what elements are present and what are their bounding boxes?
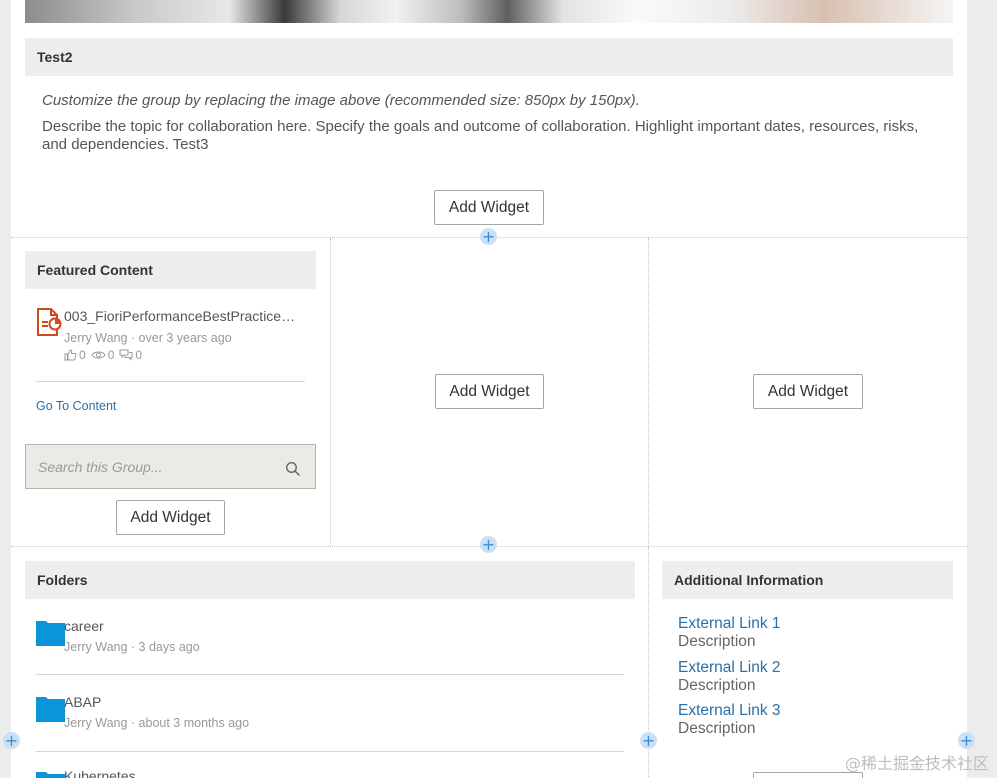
featured-separator (36, 381, 305, 382)
external-link-1[interactable]: External Link 1 (678, 615, 781, 633)
add-widget-button-right[interactable]: Add Widget (753, 374, 863, 409)
group-search-box (25, 444, 316, 489)
folder-icon (36, 621, 65, 646)
folder-name[interactable]: ABAP (64, 694, 101, 710)
folder-separator (36, 674, 624, 675)
views-count: 0 (107, 348, 115, 362)
folder-name[interactable]: Kubernetes (64, 768, 136, 778)
column-divider-2 (648, 238, 649, 546)
folder-separator (36, 751, 624, 752)
external-link-1-description: Description (678, 633, 756, 650)
like-icon (64, 349, 77, 361)
add-widget-button-top[interactable]: Add Widget (434, 190, 544, 225)
search-icon[interactable] (285, 461, 301, 477)
likes-count: 0 (79, 348, 86, 362)
folder-meta: Jerry Wang · about 3 months ago (64, 716, 250, 730)
external-link-2-description: Description (678, 677, 756, 694)
eye-icon (91, 351, 106, 359)
comment-icon (119, 349, 133, 361)
group-banner-image (25, 0, 953, 23)
folder-icon (36, 772, 65, 778)
group-description: Describe the topic for collaboration her… (42, 118, 919, 153)
add-row-plus-icon-1[interactable]: + (480, 228, 497, 245)
presentation-file-icon (37, 308, 62, 336)
customize-note: Customize the group by replacing the ima… (42, 92, 640, 109)
featured-item-stats: 0 0 0 (64, 348, 142, 362)
group-search-input[interactable] (38, 457, 273, 477)
folder-icon (36, 697, 65, 722)
additional-info-header: Additional Information (662, 561, 953, 599)
folder-name[interactable]: career (64, 618, 104, 634)
folders-header: Folders (25, 561, 635, 599)
comments-count: 0 (135, 348, 143, 362)
add-row-plus-icon-2[interactable]: + (480, 536, 497, 553)
watermark-text: @稀土掘金技术社区 (844, 754, 989, 773)
add-widget-button-middle[interactable]: Add Widget (435, 374, 544, 409)
add-column-plus-icon-mid[interactable]: + (640, 732, 657, 749)
go-to-content-link[interactable]: Go To Content (36, 399, 116, 413)
folder-meta: Jerry Wang · 3 days ago (64, 640, 200, 654)
column-divider-1 (330, 238, 331, 546)
add-widget-button-left[interactable]: Add Widget (116, 500, 225, 535)
group-title: Test2 (25, 38, 953, 76)
add-column-plus-icon-left[interactable]: + (3, 732, 20, 749)
featured-item-meta: Jerry Wang · over 3 years ago (64, 331, 232, 345)
add-column-plus-icon-right[interactable]: + (958, 732, 975, 749)
external-link-2[interactable]: External Link 2 (678, 659, 781, 677)
external-link-3-description: Description (678, 720, 756, 737)
featured-content-header: Featured Content (25, 251, 316, 289)
external-link-3[interactable]: External Link 3 (678, 702, 781, 720)
featured-item-title[interactable]: 003_FioriPerformanceBestPractice… (64, 308, 309, 324)
group-page: Test2 Customize the group by replacing t… (11, 0, 967, 778)
